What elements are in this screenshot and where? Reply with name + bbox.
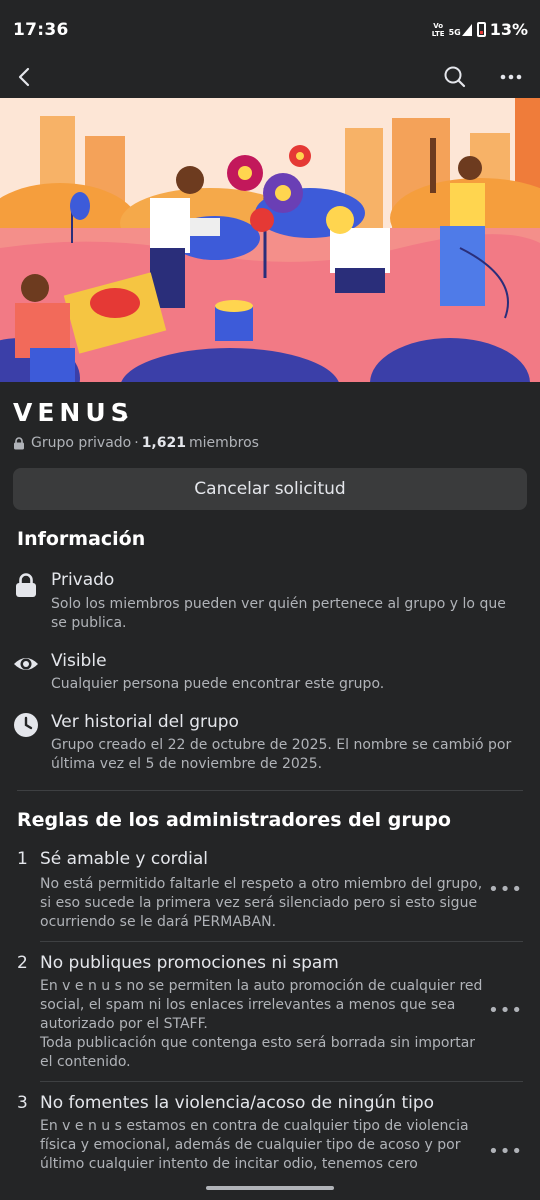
more-options-icon (500, 74, 522, 80)
app-bar (0, 60, 540, 98)
privacy-label: Grupo privado (31, 435, 132, 451)
back-button[interactable] (8, 60, 42, 94)
lock-small-icon (14, 436, 24, 449)
signal-icon (461, 23, 472, 36)
status-bar: 17:36 Vo LTE 5G 13% (0, 0, 540, 60)
back-arrow-icon (18, 67, 30, 87)
cover-photo[interactable] (0, 98, 540, 382)
battery-percent: 13% (489, 20, 528, 39)
network-5g-icon: 5G (449, 23, 473, 37)
rule-more-icon[interactable]: ••• (488, 1000, 523, 1021)
group-meta: Grupo privado · 1,621 miembros (13, 435, 259, 451)
rule-desc: En v e n u s estamos en contra de cualqu… (40, 1118, 469, 1172)
rule-divider (40, 1081, 523, 1082)
battery-icon (476, 22, 486, 37)
rule-divider (40, 941, 523, 942)
status-time: 17:36 (13, 20, 69, 40)
members-count: 1,621 (141, 435, 186, 451)
rule-more-icon[interactable]: ••• (488, 1141, 523, 1162)
more-options-button[interactable] (494, 60, 528, 94)
info-desc: Grupo creado el 22 de octubre de 2025. E… (51, 737, 512, 772)
rule-number: 3 (17, 1093, 28, 1113)
info-title: Ver historial del grupo (51, 712, 239, 732)
status-indicators: Vo LTE 5G 13% (432, 20, 528, 39)
info-desc: Solo los miembros pueden ver quién perte… (51, 596, 506, 631)
info-title: Visible (51, 651, 107, 671)
rule-title: No publiques promociones ni spam (40, 953, 339, 973)
info-desc: Cualquier persona puede encontrar este g… (51, 676, 385, 692)
garden-illustration (0, 98, 540, 382)
cancel-request-button[interactable]: Cancelar solicitud (13, 468, 527, 510)
rule-number: 2 (17, 953, 28, 973)
rule-desc: No está permitido faltarle el respeto a … (40, 876, 483, 930)
clock-icon (14, 713, 38, 737)
eye-icon (14, 658, 38, 670)
rule-more-icon[interactable]: ••• (488, 879, 523, 900)
chevron-right-icon[interactable]: › (121, 404, 129, 428)
section-divider (17, 790, 523, 791)
rule-number: 1 (17, 849, 28, 869)
volte-indicator: Vo LTE (431, 21, 445, 38)
search-button[interactable] (438, 60, 472, 94)
group-name[interactable]: VENUS (13, 398, 134, 427)
search-icon (444, 66, 466, 88)
home-indicator[interactable] (206, 1186, 334, 1190)
network-label: 5G (448, 27, 461, 37)
rule-title: No fomentes la violencia/acoso de ningún… (40, 1093, 435, 1113)
rules-section-title: Reglas de los administradores del grupo (17, 809, 451, 831)
info-section-title: Información (17, 528, 146, 550)
lock-icon (16, 573, 36, 597)
rule-title: Sé amable y cordial (40, 849, 208, 869)
rule-desc: En v e n u s no se permiten la auto prom… (40, 978, 483, 1070)
info-title: Privado (51, 570, 115, 590)
meta-separator: · (134, 435, 139, 451)
members-label: miembros (188, 435, 259, 451)
